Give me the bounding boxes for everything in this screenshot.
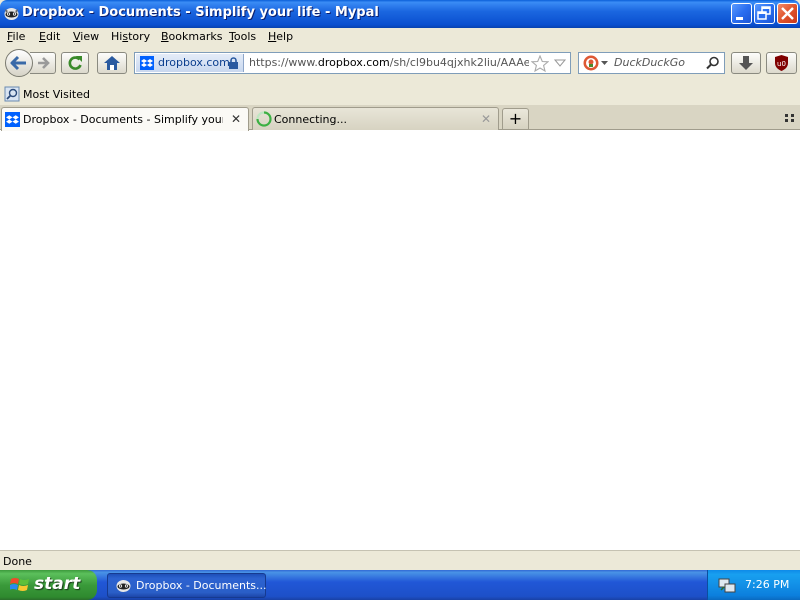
- windows-taskbar: start Dropbox - Documents... 7:26 PM: [0, 570, 800, 600]
- menu-tools[interactable]: Tools: [229, 30, 256, 43]
- status-text: Done: [3, 555, 32, 568]
- downloads-button[interactable]: [731, 52, 761, 74]
- minimize-button[interactable]: [731, 3, 752, 24]
- tab-strip: Dropbox - Documents - Simplify your life…: [0, 105, 800, 131]
- lock-icon: [229, 57, 238, 69]
- close-icon: [781, 7, 794, 20]
- bookmark-label: Most Visited: [23, 88, 90, 101]
- url-bar[interactable]: dropbox.com https://www.dropbox.com/sh/c…: [134, 52, 571, 74]
- bookmark-star-icon[interactable]: [531, 55, 549, 72]
- list-all-tabs-icon[interactable]: [784, 112, 796, 124]
- restore-button[interactable]: [754, 3, 775, 24]
- forward-button[interactable]: [30, 52, 56, 74]
- restore-icon: [757, 6, 771, 20]
- reload-icon: [68, 56, 82, 70]
- taskbar-window-label: Dropbox - Documents...: [136, 579, 267, 592]
- menu-file[interactable]: File: [7, 30, 25, 43]
- menu-bookmarks[interactable]: Bookmarks: [161, 30, 222, 43]
- menu-history[interactable]: History: [111, 30, 150, 43]
- back-button[interactable]: [5, 49, 33, 77]
- window-title: Dropbox - Documents - Simplify your life…: [22, 5, 379, 20]
- new-tab-button[interactable]: +: [502, 108, 529, 129]
- tab-label: Dropbox - Documents - Simplify your life: [23, 113, 223, 126]
- tab-close-icon[interactable]: ✕: [480, 112, 492, 126]
- menu-help[interactable]: Help: [268, 30, 293, 43]
- url-dropdown-icon[interactable]: [554, 59, 566, 68]
- minimize-icon: [736, 17, 743, 20]
- ublock-button[interactable]: u0: [766, 52, 797, 74]
- mypal-app-icon: [4, 8, 19, 20]
- windows-logo-icon: [10, 578, 29, 591]
- site-identity-button[interactable]: dropbox.com: [136, 54, 244, 72]
- back-arrow-icon: [10, 55, 26, 71]
- svg-text:u0: u0: [777, 60, 786, 68]
- url-text[interactable]: https://www.dropbox.com/sh/cl9bu4qjxhk2l…: [249, 56, 529, 69]
- network-connection-icon[interactable]: [718, 576, 736, 594]
- dropbox-favicon: [140, 56, 154, 70]
- clock[interactable]: 7:26 PM: [745, 578, 789, 591]
- start-label: start: [34, 574, 81, 594]
- ublock-shield-icon: u0: [775, 55, 788, 71]
- menu-edit[interactable]: Edit: [39, 30, 60, 43]
- forward-arrow-icon: [38, 57, 50, 69]
- navigation-toolbar: dropbox.com https://www.dropbox.com/sh/c…: [0, 46, 800, 84]
- duckduckgo-icon[interactable]: [583, 55, 599, 71]
- search-bar[interactable]: DuckDuckGo: [578, 52, 725, 74]
- tab-label: Connecting...: [274, 113, 347, 126]
- bookmark-most-visited[interactable]: Most Visited: [2, 84, 92, 104]
- close-window-button[interactable]: [777, 3, 798, 24]
- most-visited-icon: [4, 86, 20, 102]
- taskbar-window-button[interactable]: Dropbox - Documents...: [107, 573, 267, 598]
- home-icon: [104, 56, 120, 70]
- tab-close-icon[interactable]: ✕: [230, 112, 242, 126]
- site-identity-label: dropbox.com: [158, 56, 230, 69]
- mypal-app-icon: [116, 580, 131, 592]
- system-tray: 7:26 PM: [707, 570, 800, 600]
- reload-button[interactable]: [61, 52, 89, 74]
- page-content[interactable]: [0, 130, 800, 550]
- bookmarks-toolbar: Most Visited: [0, 84, 800, 105]
- search-engine-dropdown-icon[interactable]: [601, 61, 608, 66]
- search-icon[interactable]: [706, 56, 720, 70]
- tab-dropbox[interactable]: Dropbox - Documents - Simplify your life…: [1, 107, 249, 131]
- tab-connecting[interactable]: Connecting... ✕: [252, 107, 499, 131]
- loading-spinner-icon: [256, 111, 272, 127]
- window-titlebar[interactable]: Dropbox - Documents - Simplify your life…: [0, 0, 800, 28]
- search-placeholder: DuckDuckGo: [614, 56, 685, 69]
- download-arrow-icon: [739, 56, 753, 70]
- status-bar: Done: [0, 550, 800, 570]
- home-button[interactable]: [97, 52, 127, 74]
- plus-icon: +: [508, 109, 523, 128]
- dropbox-favicon: [5, 112, 20, 127]
- menu-bar: File Edit View History Bookmarks Tools H…: [0, 28, 800, 46]
- menu-view[interactable]: View: [73, 30, 99, 43]
- start-button[interactable]: start: [0, 570, 97, 600]
